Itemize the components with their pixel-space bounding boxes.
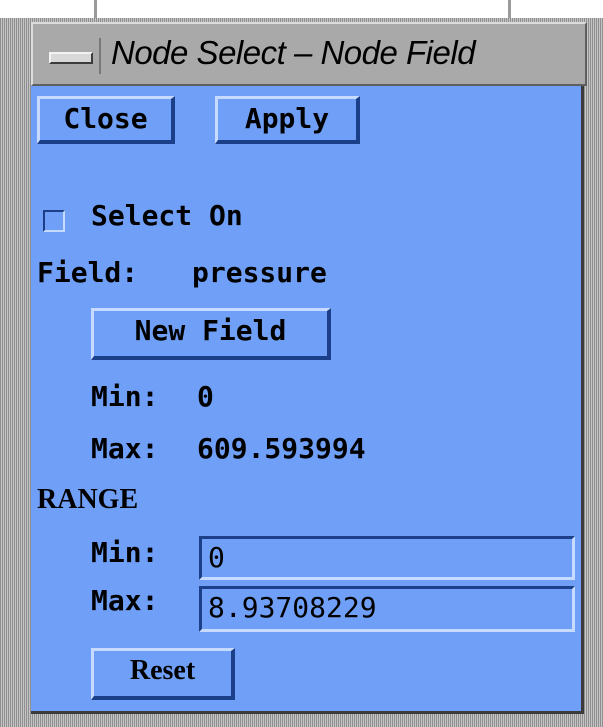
top-edge (0, 0, 603, 18)
reset-button[interactable]: Reset (91, 648, 235, 700)
range-heading: RANGE (37, 484, 139, 515)
field-value: pressure (192, 256, 327, 289)
select-on-label: Select On (91, 199, 243, 232)
field-max-value: 609.593994 (197, 432, 366, 465)
select-on-checkbox[interactable] (43, 210, 65, 232)
range-max-label: Max: (91, 584, 159, 617)
field-min-value: 0 (197, 380, 214, 413)
range-max-input[interactable]: 8.93708229 (199, 586, 575, 632)
field-label: Field: (37, 256, 139, 289)
new-field-button[interactable]: New Field (91, 308, 331, 360)
frame-tick (508, 0, 511, 18)
title-bar[interactable]: Node Select – Node Field (31, 22, 587, 86)
window-menu-button[interactable] (41, 38, 101, 74)
window-menu-icon (49, 52, 93, 64)
frame-tick (94, 0, 97, 18)
field-max-label: Max: (91, 432, 159, 465)
window-title: Node Select – Node Field (111, 34, 476, 71)
close-button[interactable]: Close (37, 96, 175, 144)
main-panel: Close Apply Select On Field: pressure Ne… (31, 86, 584, 714)
field-min-label: Min: (91, 380, 159, 413)
apply-button[interactable]: Apply (215, 96, 360, 144)
range-min-input[interactable]: 0 (199, 536, 575, 580)
range-min-label: Min: (91, 536, 159, 569)
